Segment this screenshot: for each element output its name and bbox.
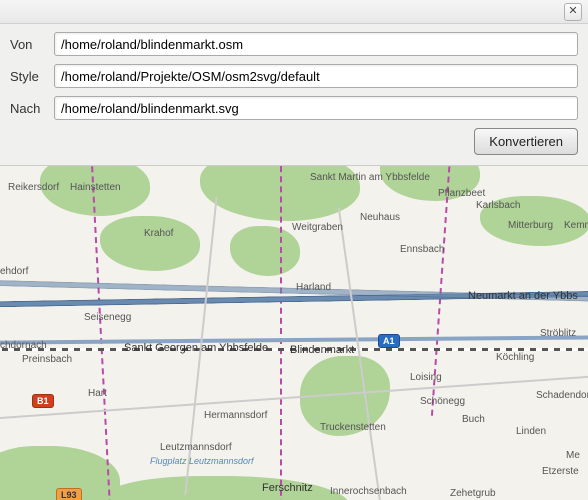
nach-label: Nach — [10, 101, 54, 116]
town-label: Me — [566, 450, 580, 461]
forest-patch — [230, 226, 300, 276]
town-label: Loising — [410, 372, 442, 383]
town-label: Sankt Martin am Ybbsfelde — [310, 172, 430, 183]
map-view[interactable]: A1 B1 L93 Flugplatz Leutzmannsdorf Reike… — [0, 166, 588, 500]
style-input[interactable] — [54, 64, 578, 88]
town-label: Leutzmannsdorf — [160, 442, 232, 453]
close-button[interactable]: ✕ — [564, 3, 582, 21]
town-label: Innerochsenbach — [330, 486, 407, 497]
town-label: Weitgraben — [292, 222, 343, 233]
town-label: Sankt Georgen am Ybbsfelde — [124, 342, 268, 354]
nach-input[interactable] — [54, 96, 578, 120]
town-label: Neumarkt an der Ybbs — [468, 290, 578, 302]
town-label: Krahof — [144, 228, 173, 239]
forest-patch — [100, 216, 200, 271]
town-label: Ennsbach — [400, 244, 444, 255]
town-label: ehdorf — [0, 266, 28, 277]
town-label: Harland — [296, 282, 331, 293]
admin-border — [280, 166, 282, 500]
town-label: Hart — [88, 388, 107, 399]
town-label: Blindenmarkt — [290, 344, 354, 356]
town-label: Kemm — [564, 220, 588, 231]
airfield-label: Flugplatz Leutzmannsdorf — [150, 456, 254, 466]
von-label: Von — [10, 37, 54, 52]
town-label: Truckenstetten — [320, 422, 386, 433]
town-label: Pflanzbeet — [438, 188, 485, 199]
town-label: Ferschnitz — [262, 482, 313, 494]
town-label: Reikersdorf — [8, 182, 59, 193]
town-label: Zehetgrub — [450, 488, 496, 499]
route-badge: B1 — [32, 394, 54, 408]
town-label: Buch — [462, 414, 485, 425]
admin-border — [91, 166, 112, 500]
town-label: Etzerste — [542, 466, 579, 477]
town-label: Ströblitz — [540, 328, 576, 339]
town-label: Karlsbach — [476, 200, 520, 211]
town-label: chdornach — [0, 340, 47, 351]
town-label: Mitterburg — [508, 220, 553, 231]
titlebar: ✕ — [0, 0, 588, 24]
style-label: Style — [10, 69, 54, 84]
town-label: Seisenegg — [84, 312, 131, 323]
town-label: Köchling — [496, 352, 534, 363]
town-label: Schadendorf — [536, 390, 588, 401]
town-label: Linden — [516, 426, 546, 437]
town-label: Hainstetten — [70, 182, 121, 193]
von-input[interactable] — [54, 32, 578, 56]
secondary-badge: L93 — [56, 488, 82, 500]
town-label: Hermannsdorf — [204, 410, 267, 421]
convert-button[interactable]: Konvertieren — [474, 128, 578, 155]
town-label: Preinsbach — [22, 354, 72, 365]
town-label: Neuhaus — [360, 212, 400, 223]
motorway-badge: A1 — [378, 334, 400, 348]
town-label: Schönegg — [420, 396, 465, 407]
form-panel: Von Style Nach Konvertieren — [0, 24, 588, 166]
